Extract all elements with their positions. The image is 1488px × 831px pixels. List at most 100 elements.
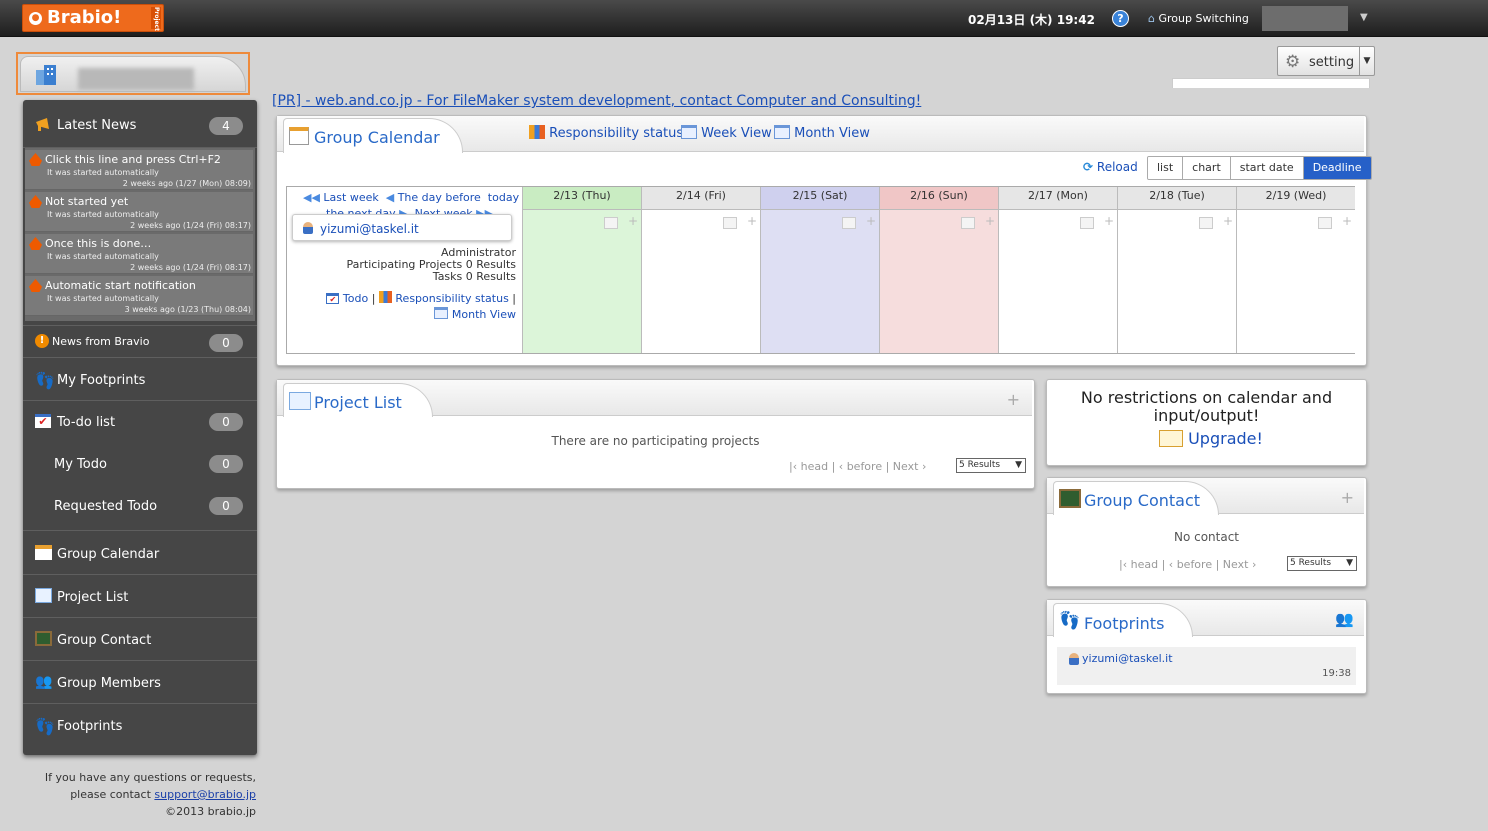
responsibility-status-link[interactable]: Responsibility status: [529, 125, 683, 141]
setting-button[interactable]: ⚙ setting ▼: [1277, 46, 1375, 76]
prev-page-icon[interactable]: ‹: [839, 460, 843, 473]
footprint-entry: yizumi@taskel.it 19:38: [1057, 647, 1356, 685]
sidebar-item-news-bravio[interactable]: ! News from Bravio 0: [23, 325, 257, 358]
blackboard-icon: [1059, 489, 1081, 508]
deadline-button[interactable]: Deadline: [1303, 157, 1371, 179]
upgrade-link[interactable]: Upgrade!: [1159, 429, 1263, 448]
organization-name-redacted: [78, 68, 194, 90]
add-todo-icon[interactable]: [604, 217, 618, 229]
month-view-link[interactable]: Month View: [774, 125, 870, 141]
day-header: 2/15 (Sat): [761, 187, 879, 210]
start-date-button[interactable]: start date: [1230, 157, 1304, 179]
sidebar-item-group-calendar[interactable]: Group Calendar: [23, 532, 257, 575]
news-item[interactable]: Not started yet It was started automatic…: [25, 192, 253, 232]
group-contact-panel: Group Contact + No contact |‹ head | ‹ b…: [1046, 477, 1367, 587]
todo-link[interactable]: ✔ Todo: [326, 292, 368, 305]
sidebar-item-todo-list[interactable]: ✔ To-do list 0: [23, 401, 257, 443]
add-task-plus-icon[interactable]: +: [985, 214, 995, 228]
news-list: Click this line and press Ctrl+F2 It was…: [25, 148, 255, 321]
calendar-user-column: ◀◀ Last week ◀ The day before today the …: [303, 191, 520, 321]
add-task-plus-icon[interactable]: +: [866, 214, 876, 228]
footprint-user-link[interactable]: yizumi@taskel.it: [1082, 652, 1173, 665]
footprints-panel: 👣 Footprints 👥 yizumi@taskel.it 19:38: [1046, 599, 1367, 694]
brabio-logo[interactable]: ● Brabio! Project: [22, 4, 164, 32]
news-item[interactable]: Automatic start notification It was star…: [25, 276, 253, 316]
organization-tab[interactable]: [16, 52, 250, 95]
user-month-view-link[interactable]: Month View: [434, 307, 516, 321]
sidebar-item-my-todo[interactable]: My Todo 0: [23, 443, 257, 485]
sidebar: Latest News 4 Click this line and press …: [23, 100, 257, 755]
calendar-day-column[interactable]: 2/14 (Fri) +: [641, 187, 760, 353]
sidebar-item-group-members[interactable]: 👥 Group Members: [23, 661, 257, 704]
calendar-day-column[interactable]: 2/13 (Thu) +: [522, 187, 641, 353]
prev-page-icon[interactable]: ‹: [1169, 558, 1173, 571]
gear-icon: ⚙: [1285, 52, 1301, 72]
add-task-plus-icon[interactable]: +: [1223, 214, 1233, 228]
chevron-down-icon: ▼: [1015, 460, 1022, 470]
user-responsibility-link[interactable]: Responsibility status: [378, 291, 509, 305]
search-input[interactable]: [1172, 78, 1370, 88]
add-todo-icon[interactable]: [961, 217, 975, 229]
calendar-day-column[interactable]: 2/15 (Sat) +: [760, 187, 879, 353]
sidebar-item-group-contact[interactable]: Group Contact: [23, 618, 257, 661]
blackboard-icon: [35, 631, 52, 646]
chevron-down-icon[interactable]: ▼: [1360, 12, 1368, 23]
add-project-plus-icon[interactable]: +: [1007, 390, 1020, 409]
tab-project-list[interactable]: Project List: [283, 383, 433, 417]
add-task-plus-icon[interactable]: +: [1104, 214, 1114, 228]
tab-footprints[interactable]: 👣 Footprints: [1053, 603, 1193, 637]
first-page-icon[interactable]: |‹: [789, 460, 797, 473]
today-link[interactable]: today: [488, 191, 519, 204]
add-todo-icon[interactable]: [842, 217, 856, 229]
add-todo-icon[interactable]: [1318, 217, 1332, 229]
chart-view-button[interactable]: chart: [1183, 157, 1231, 179]
news-item[interactable]: Once this is done… It was started automa…: [25, 234, 253, 274]
tab-group-calendar[interactable]: Group Calendar: [283, 118, 463, 153]
left-arrow-icon: ◀: [385, 191, 395, 204]
sidebar-item-project-list[interactable]: Project List: [23, 575, 257, 618]
calendar-day-column[interactable]: 2/18 (Tue) +: [1117, 187, 1236, 353]
calendar-user-card[interactable]: yizumi@taskel.it: [292, 214, 512, 241]
calendar-day-column[interactable]: 2/16 (Sun) +: [879, 187, 998, 353]
week-view-link[interactable]: Week View: [681, 125, 772, 141]
add-task-plus-icon[interactable]: +: [747, 214, 757, 228]
support-email-link[interactable]: support@brabio.jp: [154, 788, 256, 801]
sidebar-item-requested-todo[interactable]: Requested Todo 0: [23, 485, 257, 527]
sidebar-item-footprints[interactable]: 👣 Footprints: [23, 704, 257, 748]
tab-group-contact[interactable]: Group Contact: [1053, 481, 1219, 515]
house-icon: ⌂: [1148, 12, 1155, 25]
sidebar-item-my-footprints[interactable]: 👣 My Footprints: [23, 358, 257, 401]
project-list-pager: |‹ head | ‹ before | Next ›: [789, 460, 927, 473]
next-page-icon[interactable]: ›: [922, 460, 926, 473]
add-task-plus-icon[interactable]: +: [1342, 214, 1352, 228]
results-per-page-select[interactable]: 5 Results ▼: [1287, 556, 1357, 571]
members-icon[interactable]: 👥: [1335, 610, 1354, 628]
first-page-icon[interactable]: |‹: [1119, 558, 1127, 571]
list-view-button[interactable]: list: [1148, 157, 1184, 179]
project-list-icon: [289, 392, 311, 410]
calendar-day-column[interactable]: 2/17 (Mon) +: [998, 187, 1117, 353]
add-todo-icon[interactable]: [1199, 217, 1213, 229]
person-icon: [303, 222, 313, 234]
calendar-day-column[interactable]: 2/19 (Wed) +: [1236, 187, 1355, 353]
add-todo-icon[interactable]: [723, 217, 737, 229]
empty-message: No contact: [1173, 530, 1240, 544]
pr-link[interactable]: [PR] - web.and.co.jp - For FileMaker sys…: [272, 93, 921, 109]
add-task-plus-icon[interactable]: +: [628, 214, 638, 228]
news-item[interactable]: Click this line and press Ctrl+F2 It was…: [25, 150, 253, 190]
results-per-page-select[interactable]: 5 Results ▼: [956, 458, 1026, 473]
next-page-icon[interactable]: ›: [1252, 558, 1256, 571]
day-before-link[interactable]: ◀ The day before: [386, 191, 481, 204]
user-email-link[interactable]: yizumi@taskel.it: [320, 222, 419, 236]
chevron-down-icon[interactable]: ▼: [1359, 47, 1374, 75]
group-name-redacted[interactable]: [1262, 6, 1348, 31]
group-switching-link[interactable]: ⌂ Group Switching: [1148, 12, 1249, 25]
reload-button[interactable]: ⟳ Reload: [1083, 160, 1138, 174]
last-week-link[interactable]: ◀◀ Last week: [303, 191, 379, 204]
add-contact-plus-icon[interactable]: +: [1341, 488, 1354, 507]
sidebar-item-latest-news[interactable]: Latest News 4: [23, 100, 257, 148]
calendar-view-toggle: list chart start date Deadline: [1147, 156, 1372, 180]
footprints-icon: 👣: [35, 717, 55, 736]
add-todo-icon[interactable]: [1080, 217, 1094, 229]
help-icon[interactable]: ?: [1112, 10, 1129, 27]
